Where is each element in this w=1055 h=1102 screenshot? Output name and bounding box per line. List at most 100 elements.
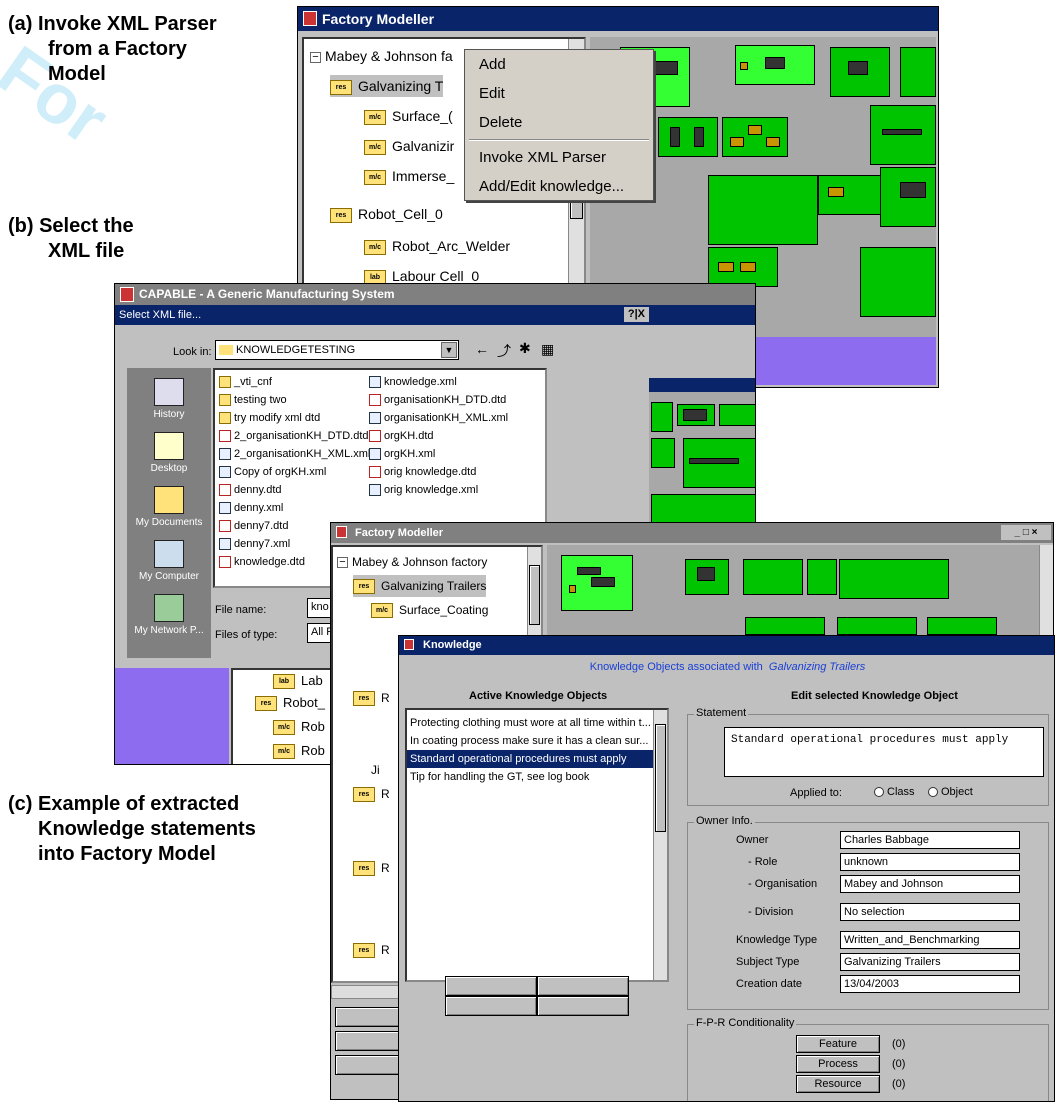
new-folder-icon[interactable]: ✱ — [519, 340, 531, 357]
dtd-file-icon — [219, 520, 231, 533]
dtd-file-icon — [369, 430, 381, 443]
file-item[interactable]: denny7.dtd — [219, 518, 288, 534]
file-item[interactable]: Copy of orgKH.xml — [219, 464, 326, 480]
file-item[interactable]: knowledge.dtd — [219, 554, 305, 570]
dropdown-arrow-icon[interactable]: ▼ — [441, 342, 457, 358]
file-item[interactable]: organisationKH_DTD.dtd — [369, 392, 506, 408]
process-button[interactable]: Process — [796, 1055, 880, 1073]
dtd-file-icon — [369, 466, 381, 479]
side-button[interactable] — [335, 1007, 403, 1027]
window-c-titlebar: Factory Modeller _ □ × — [331, 523, 1053, 543]
menu-item-add[interactable]: Add — [465, 50, 653, 79]
tree-node-robot-arc[interactable]: m/c Robot_Arc_Welder — [364, 235, 510, 257]
knowledge-list-item[interactable]: Tip for handling the GT, see log book — [407, 768, 655, 786]
place-desktop[interactable]: Desktop — [124, 432, 214, 474]
place-history[interactable]: History — [124, 378, 214, 420]
file-item[interactable]: 2_organisationKH_XML.xml — [219, 446, 370, 462]
dialog-title: Select XML file... — [119, 309, 202, 321]
file-item[interactable]: organisationKH_XML.xml — [369, 410, 508, 426]
knowledge-titlebar: Knowledge — [399, 636, 1054, 655]
tree-node-galvanizir[interactable]: m/c Galvanizir — [364, 135, 454, 157]
file-item[interactable]: orig knowledge.dtd — [369, 464, 476, 480]
file-item[interactable]: denny.xml — [219, 500, 283, 516]
cell-box[interactable] — [708, 175, 818, 245]
radio-class[interactable]: Class — [874, 786, 915, 798]
res-folder-icon: res — [330, 79, 352, 95]
owner-field-value[interactable]: Galvanizing Trailers — [840, 953, 1020, 971]
cell-box[interactable] — [870, 105, 936, 165]
side-button[interactable] — [335, 1055, 403, 1075]
places-bar: History Desktop My Documents My Computer… — [127, 368, 211, 658]
knowledge-list-item[interactable]: Protecting clothing must wore at all tim… — [407, 714, 655, 732]
factory-canvas-c[interactable] — [547, 545, 1053, 635]
owner-field-value[interactable]: Written_and_Benchmarking — [840, 931, 1020, 949]
owner-field-value[interactable]: unknown — [840, 853, 1020, 871]
window-b-title: CAPABLE - A Generic Manufacturing System — [139, 287, 395, 301]
owner-field-value[interactable]: No selection — [840, 903, 1020, 921]
collapse-icon[interactable]: − — [337, 557, 348, 569]
radio-object[interactable]: Object — [928, 786, 973, 798]
radio-icon[interactable] — [874, 787, 884, 798]
tree-node-immerse[interactable]: m/c Immerse_ — [364, 165, 454, 187]
owner-field-value[interactable]: 13/04/2003 — [840, 975, 1020, 993]
xml-file-icon — [219, 502, 231, 515]
list-button[interactable] — [445, 976, 537, 996]
list-button[interactable] — [537, 996, 629, 1016]
file-item[interactable]: denny7.xml — [219, 536, 290, 552]
tree-node-surface[interactable]: m/c Surface_( — [364, 105, 453, 127]
xml-file-icon — [219, 538, 231, 551]
file-name: knowledge.dtd — [234, 556, 305, 568]
cell-box[interactable] — [658, 117, 718, 157]
side-button[interactable] — [335, 1031, 403, 1051]
menu-item-delete[interactable]: Delete — [465, 108, 653, 137]
look-in-select[interactable]: KNOWLEDGETESTING ▼ — [215, 340, 459, 360]
cell-box[interactable] — [860, 247, 936, 317]
up-folder-icon[interactable]: ⤴ — [497, 341, 511, 361]
back-icon[interactable]: ← — [475, 341, 489, 357]
view-menu-icon[interactable]: ▦ — [541, 341, 554, 358]
resource-button[interactable]: Resource — [796, 1075, 880, 1093]
xml-file-icon — [219, 466, 231, 479]
owner-field-value[interactable]: Charles Babbage — [840, 831, 1020, 849]
caption-b: (b) Select the XML file — [8, 214, 134, 264]
knowledge-list[interactable]: Protecting clothing must wore at all tim… — [405, 708, 669, 982]
file-name: orgKH.xml — [384, 448, 436, 460]
place-my-network[interactable]: My Network P... — [124, 594, 214, 636]
place-my-computer[interactable]: My Computer — [124, 540, 214, 582]
tree-node-galvanizing[interactable]: res Galvanizing T — [330, 75, 444, 97]
tree-node-root[interactable]: − Mabey & Johnson fa — [310, 45, 453, 67]
file-item[interactable]: orgKH.xml — [369, 446, 435, 462]
feature-button[interactable]: Feature — [796, 1035, 880, 1053]
look-in-label: Look in: — [173, 346, 212, 358]
statement-textarea[interactable]: Standard operational procedures must app… — [724, 727, 1044, 777]
file-item[interactable]: orgKH.dtd — [369, 428, 434, 444]
file-item[interactable]: denny.dtd — [219, 482, 282, 498]
file-item[interactable]: try modify xml dtd — [219, 410, 320, 426]
file-item[interactable]: orig knowledge.xml — [369, 482, 478, 498]
knowledge-list-item[interactable]: In coating process make sure it has a cl… — [407, 732, 655, 750]
menu-item-invoke-xml-parser[interactable]: Invoke XML Parser — [465, 143, 653, 172]
knowledge-list-item[interactable]: Standard operational procedures must app… — [407, 750, 655, 768]
tree-node-robot-cell[interactable]: res Robot_Cell_0 — [330, 203, 443, 225]
radio-icon[interactable] — [928, 787, 938, 798]
list-scrollbar[interactable] — [653, 710, 667, 980]
menu-item-add-edit-knowledge[interactable]: Add/Edit knowledge... — [465, 172, 653, 201]
file-item[interactable]: _vti_cnf — [219, 374, 272, 390]
help-close-buttons[interactable]: ?|X — [623, 307, 649, 322]
file-name: denny.xml — [234, 502, 284, 514]
fpr-group: F-P-R Conditionality Feature (0) Process… — [687, 1017, 1049, 1101]
list-button[interactable] — [537, 976, 629, 996]
canvas-scrollbar[interactable] — [1039, 545, 1053, 635]
list-button[interactable] — [445, 996, 537, 1016]
file-item[interactable]: 2_organisationKH_DTD.dtd — [219, 428, 369, 444]
cell-box[interactable] — [900, 47, 936, 97]
file-item[interactable]: knowledge.xml — [369, 374, 457, 390]
mc-folder-icon: m/c — [364, 139, 386, 155]
window-controls[interactable]: _ □ × — [1001, 525, 1051, 540]
owner-field-label: Knowledge Type — [736, 934, 818, 946]
menu-item-edit[interactable]: Edit — [465, 79, 653, 108]
place-my-documents[interactable]: My Documents — [124, 486, 214, 528]
file-item[interactable]: testing two — [219, 392, 287, 408]
collapse-icon[interactable]: − — [310, 51, 321, 63]
owner-field-value[interactable]: Mabey and Johnson — [840, 875, 1020, 893]
